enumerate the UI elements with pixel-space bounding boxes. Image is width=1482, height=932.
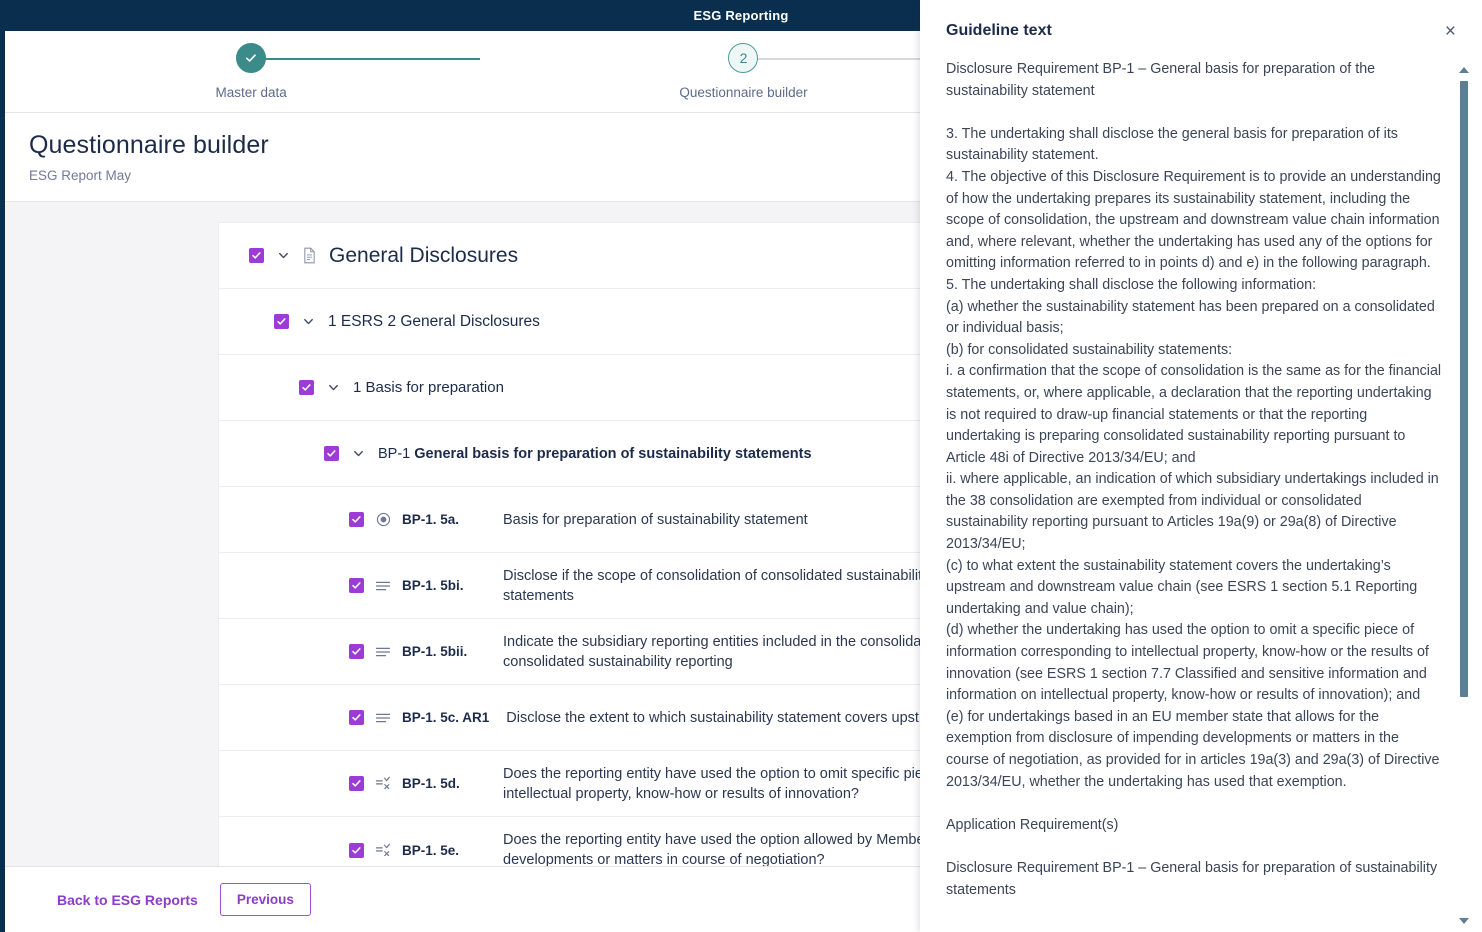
- tree-row-title: General Disclosures: [329, 244, 518, 268]
- close-icon[interactable]: ×: [1443, 22, 1458, 41]
- free-text-icon: [374, 577, 392, 595]
- step-label-questionnaire-builder: Questionnaire builder: [679, 85, 808, 100]
- row-code: BP-1: [378, 445, 411, 462]
- row-checkbox[interactable]: [349, 710, 364, 725]
- checkmark-icon: [302, 384, 311, 391]
- document-icon: [301, 247, 317, 265]
- checkmark-icon: [352, 516, 361, 523]
- scroll-down-arrow-icon[interactable]: [1459, 918, 1469, 924]
- guideline-panel-body[interactable]: Disclosure Requirement BP-1 – General ba…: [920, 59, 1482, 932]
- step-questionnaire-builder[interactable]: 2 Questionnaire builder: [497, 43, 989, 100]
- row-lead: [349, 577, 392, 595]
- row-lead: [349, 841, 392, 859]
- guideline-text-panel: Guideline text × Disclosure Requirement …: [920, 0, 1482, 932]
- row-label: 1 Basis for preparation: [353, 379, 504, 396]
- tree-row-title: BP-1 General basis for preparation of su…: [378, 446, 812, 462]
- free-text-icon: [374, 643, 392, 661]
- back-to-esg-reports-link[interactable]: Back to ESG Reports: [57, 892, 198, 908]
- row-checkbox[interactable]: [274, 314, 289, 329]
- chevron-down-icon[interactable]: [275, 248, 291, 264]
- step-indicator-questionnaire-builder: 2: [728, 43, 759, 73]
- yes-no-icon: [374, 775, 392, 793]
- scroll-up-arrow-icon[interactable]: [1459, 67, 1469, 73]
- yes-no-icon: [374, 841, 392, 859]
- row-label: General basis for preparation of sustain…: [414, 445, 812, 462]
- row-lead: [349, 511, 392, 529]
- check-icon: [246, 54, 256, 62]
- question-code: BP-1. 5a.: [402, 512, 460, 527]
- checkmark-icon: [352, 780, 361, 787]
- tree-row-title: 1 ESRS 2 General Disclosures: [328, 313, 540, 331]
- step-label-master-data: Master data: [215, 85, 287, 100]
- row-lead: [349, 709, 392, 727]
- row-lead: [249, 247, 317, 265]
- guideline-scrollbar[interactable]: [1458, 67, 1470, 924]
- scrollbar-thumb[interactable]: [1460, 81, 1468, 697]
- free-text-icon: [374, 709, 392, 727]
- guideline-panel-header: Guideline text ×: [920, 0, 1482, 41]
- row-checkbox[interactable]: [349, 842, 364, 858]
- question-code: BP-1. 5bi.: [402, 578, 464, 593]
- question-code: BP-1. 5c. AR1: [402, 710, 490, 725]
- row-lead: [349, 643, 392, 661]
- row-checkbox[interactable]: [249, 248, 264, 263]
- row-lead: [349, 775, 392, 793]
- step-indicator-master-data: [236, 43, 267, 73]
- tree-row-title: 1 Basis for preparation: [353, 379, 504, 396]
- checkmark-icon: [352, 846, 361, 854]
- row-label: 1 ESRS 2 General Disclosures: [328, 312, 540, 330]
- checkmark-icon: [352, 714, 361, 721]
- left-rail: [0, 0, 5, 932]
- checkmark-icon: [252, 252, 261, 259]
- question-text: Basis for preparation of sustainability …: [503, 511, 808, 528]
- row-lead: [324, 446, 366, 462]
- chevron-down-icon[interactable]: [300, 314, 316, 330]
- previous-button[interactable]: Previous: [219, 883, 311, 916]
- question-code: BP-1. 5d.: [402, 776, 460, 791]
- row-lead: [299, 380, 341, 396]
- step-connector-1: [263, 58, 481, 60]
- row-checkbox[interactable]: [324, 446, 339, 461]
- chevron-down-icon[interactable]: [325, 380, 341, 396]
- row-checkbox[interactable]: [349, 644, 364, 659]
- row-checkbox[interactable]: [299, 380, 314, 395]
- app-title: ESG Reporting: [693, 8, 789, 23]
- app-root: ESG Reporting Master data 2 Questionnair…: [0, 0, 1482, 932]
- row-label: General Disclosures: [329, 243, 519, 267]
- row-lead: [274, 314, 316, 330]
- guideline-panel-title: Guideline text: [946, 22, 1052, 39]
- checkmark-icon: [352, 582, 361, 589]
- row-checkbox[interactable]: [349, 578, 364, 593]
- question-code: BP-1. 5e.: [402, 842, 460, 858]
- chevron-down-icon[interactable]: [350, 446, 366, 462]
- single-choice-icon: [374, 511, 392, 529]
- checkmark-icon: [352, 648, 361, 655]
- row-checkbox[interactable]: [349, 512, 364, 527]
- checkmark-icon: [327, 450, 336, 457]
- row-checkbox[interactable]: [349, 776, 364, 791]
- step-master-data[interactable]: Master data: [5, 43, 497, 100]
- checkmark-icon: [277, 318, 286, 325]
- guideline-panel-text: Disclosure Requirement BP-1 – General ba…: [946, 61, 1442, 898]
- question-code: BP-1. 5bii.: [402, 644, 468, 659]
